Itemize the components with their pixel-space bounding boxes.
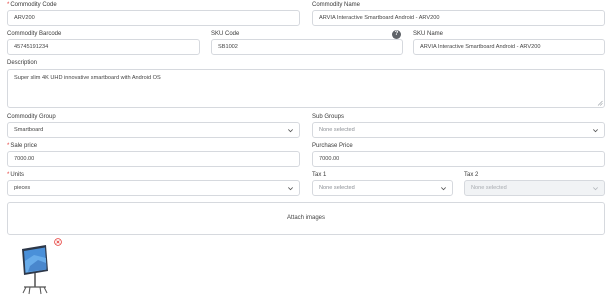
smartboard-image: [22, 245, 48, 295]
commodity-group-select[interactable]: Smartboard: [7, 122, 300, 138]
commodity-group-value: Smartboard: [14, 127, 44, 133]
commodity-name-input[interactable]: ARVIA Interactive Smartboard Android - A…: [312, 10, 605, 26]
sale-price-label: *Sale price: [7, 143, 38, 149]
commodity-group-label: Commodity Group: [7, 114, 56, 120]
commodity-barcode-label: Commodity Barcode: [7, 31, 62, 37]
sub-groups-placeholder: None selected: [319, 127, 355, 133]
description-text: Super slim 4K UHD innovative smartboard …: [14, 75, 161, 81]
description-textarea[interactable]: Super slim 4K UHD innovative smartboard …: [7, 69, 605, 108]
chevron-down-icon: [441, 187, 446, 191]
units-label: *Units: [7, 172, 25, 178]
sku-code-label: SKU Code: [211, 31, 240, 37]
commodity-barcode-input[interactable]: 45745191234: [7, 39, 200, 55]
sku-name-label: SKU Name: [413, 31, 444, 37]
sub-groups-select[interactable]: None selected: [312, 122, 605, 138]
sale-price-input[interactable]: 7000.00: [7, 151, 300, 167]
attach-images-label: Attach images: [286, 215, 326, 221]
tax2-select: None selected: [464, 180, 605, 196]
sub-groups-label: Sub Groups: [312, 114, 345, 120]
sku-code-input[interactable]: SB1002: [211, 39, 403, 55]
chevron-down-icon: [288, 129, 293, 133]
tax2-placeholder: None selected: [471, 185, 507, 191]
question-circle-icon[interactable]: ?: [392, 30, 401, 39]
attach-images-dropzone[interactable]: Attach images: [7, 202, 605, 235]
sku-name-input[interactable]: ARVIA Interactive Smartboard Android - A…: [413, 39, 605, 55]
commodity-name-label: Commodity Name: [312, 2, 361, 8]
resize-grip-icon[interactable]: [597, 100, 603, 106]
chevron-down-icon: [593, 187, 598, 191]
close-circle-icon[interactable]: [54, 238, 62, 246]
tax1-label: Tax 1: [312, 172, 327, 178]
chevron-down-icon: [593, 129, 598, 133]
tax1-select[interactable]: None selected: [312, 180, 453, 196]
purchase-price-input[interactable]: 7000.00: [312, 151, 605, 167]
units-value: pieces: [14, 185, 31, 191]
commodity-code-label: *Commodity Code: [7, 2, 57, 8]
purchase-price-label: Purchase Price: [312, 143, 353, 149]
tax2-label: Tax 2: [464, 172, 479, 178]
description-label: Description: [7, 60, 38, 66]
chevron-down-icon: [288, 187, 293, 191]
tax1-placeholder: None selected: [319, 185, 355, 191]
commodity-code-input[interactable]: ARV200: [7, 10, 300, 26]
units-select[interactable]: pieces: [7, 180, 300, 196]
